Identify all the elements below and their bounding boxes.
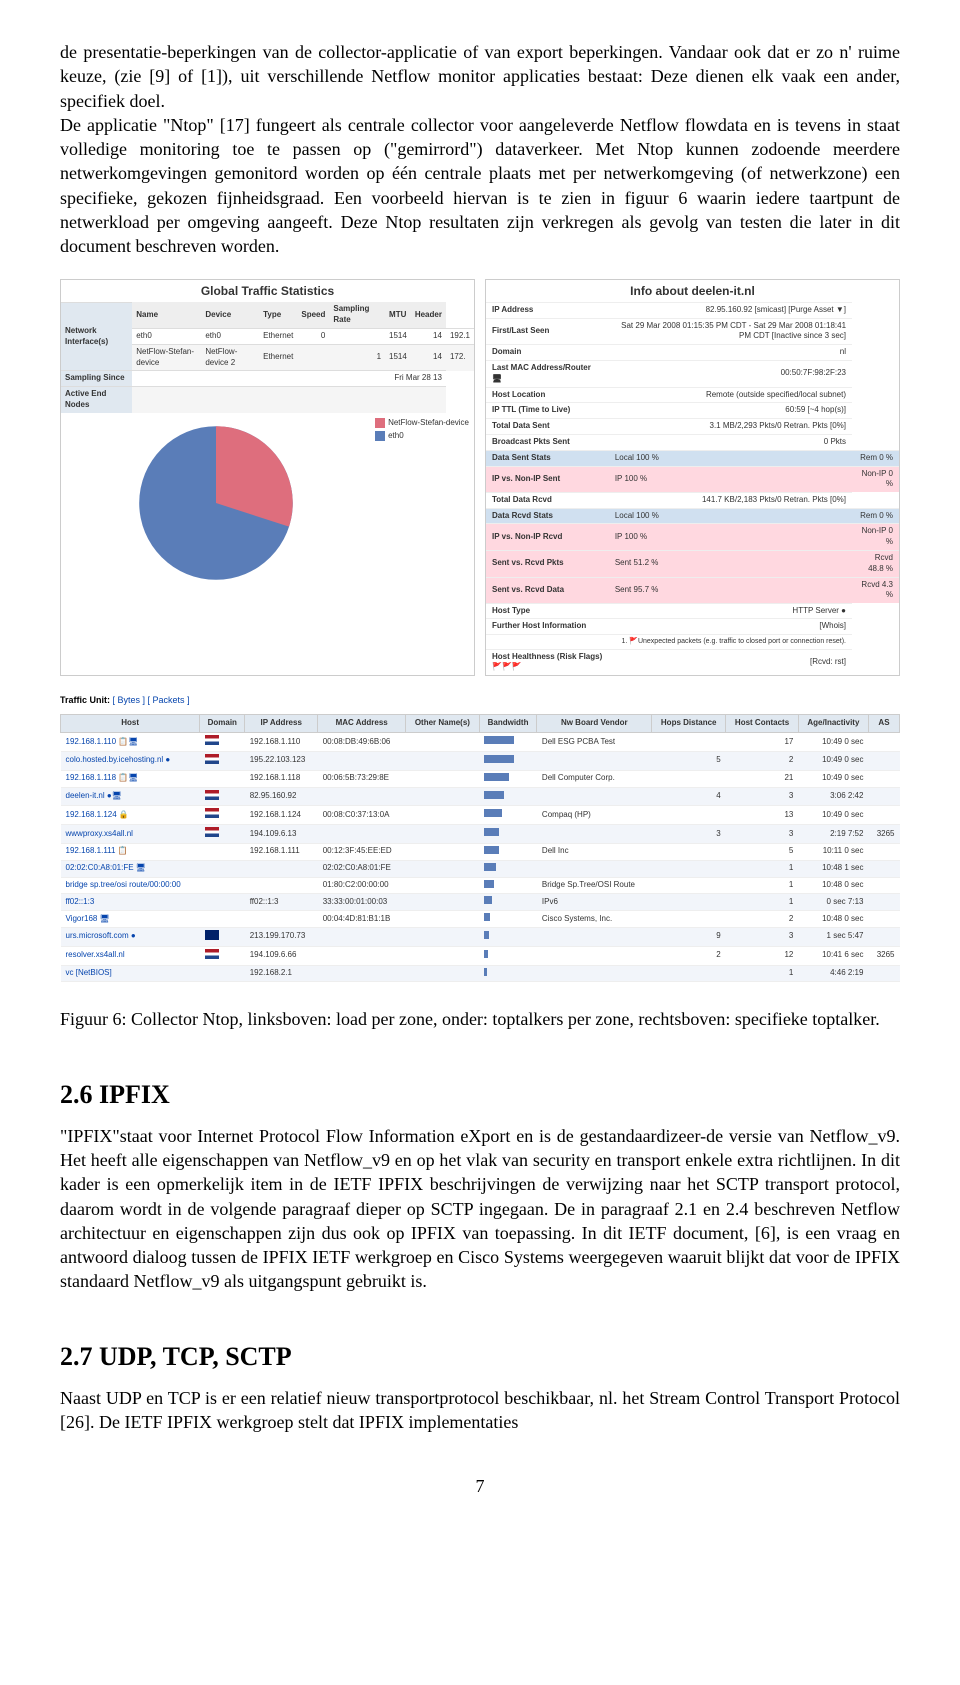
info-row: Broadcast Pkts Sent0 Pkts (486, 435, 899, 451)
intro-paragraph-1: de presentatie-beperkingen van de collec… (60, 40, 900, 259)
sctp-paragraph: Naast UDP en TCP is er een relatief nieu… (60, 1386, 900, 1435)
host-row[interactable]: wwwproxy.xs4all.nl194.109.6.13332:19 7:5… (61, 825, 900, 844)
info-row: Data Sent StatsLocal 100 %Rem 0 % (486, 450, 899, 466)
info-row: Total Data Sent3.1 MB/2,293 Pkts/0 Retra… (486, 419, 899, 435)
info-row: Host TypeHTTP Server ● (486, 603, 899, 619)
active-end-nodes-label: Active End Nodes (61, 387, 132, 413)
host-row[interactable]: Vigor168 🖥00:04:4D:81:B1:1BCisco Systems… (61, 911, 900, 928)
info-row: Domainnl (486, 345, 899, 361)
traffic-unit-packets[interactable]: [ Packets ] (148, 695, 190, 705)
info-about-title: Info about deelen-it.nl (486, 280, 899, 302)
info-row: Host LocationRemote (outside specified/l… (486, 387, 899, 403)
host-header[interactable]: Hops Distance (652, 715, 726, 733)
traffic-unit-bytes[interactable]: [ Bytes ] (113, 695, 146, 705)
host-header[interactable]: Domain (200, 715, 245, 733)
info-row: Sent vs. Rcvd DataSent 95.7 %Rcvd 4.3 % (486, 577, 899, 603)
global-traffic-panel: Global Traffic Statistics Network Interf… (60, 279, 475, 677)
info-row: Last MAC Address/Router 🖥00:50:7F:98:2F:… (486, 361, 899, 388)
info-row: Total Data Rcvd141.7 KB/2,183 Pkts/0 Ret… (486, 492, 899, 508)
section-heading-ipfix: 2.6 IPFIX (60, 1077, 900, 1112)
section-heading-udp-tcp-sctp: 2.7 UDP, TCP, SCTP (60, 1339, 900, 1374)
host-row[interactable]: bridge sp.tree/osi route/00:00:0001:80:C… (61, 877, 900, 894)
info-row: IP vs. Non-IP RcvdIP 100 %Non-IP 0 % (486, 524, 899, 551)
info-row: 1. 🚩Unexpected packets (e.g. traffic to … (486, 635, 899, 649)
host-header[interactable]: Other Name(s) (406, 715, 480, 733)
sampling-since-label: Sampling Since (61, 371, 132, 387)
figure-caption: Figuur 6: Collector Ntop, linksboven: lo… (60, 1007, 900, 1031)
traffic-unit-selector: Traffic Unit: [ Bytes ] [ Packets ] (60, 691, 900, 709)
host-row[interactable]: vc [NetBIOS]192.168.2.114:46 2:19 (61, 965, 900, 982)
host-header[interactable]: Bandwidth (479, 715, 537, 733)
host-row[interactable]: 192.168.1.111 📋192.168.1.11100:12:3F:45:… (61, 843, 900, 860)
host-row[interactable]: deelen-it.nl ●🖥82.95.160.92433:06 2:42 (61, 787, 900, 806)
page-number: 7 (60, 1474, 900, 1498)
info-row: IP Address82.95.160.92 [smicast] [Purge … (486, 302, 899, 318)
info-row: Data Rcvd StatsLocal 100 %Rem 0 % (486, 508, 899, 524)
host-row[interactable]: urs.microsoft.com ●213.199.170.73931 sec… (61, 927, 900, 946)
host-header[interactable]: AS (868, 715, 899, 733)
host-row[interactable]: 02:02:C0:A8:01:FE 🖥02:02:C0:A8:01:FE110:… (61, 860, 900, 877)
info-row: Sent vs. Rcvd PktsSent 51.2 %Rcvd 48.8 % (486, 550, 899, 577)
host-row[interactable]: 192.168.1.124 🔒192.168.1.12400:08:C0:37:… (61, 806, 900, 825)
host-header[interactable]: Host (61, 715, 200, 733)
ipfix-paragraph: "IPFIX"staat voor Internet Protocol Flow… (60, 1124, 900, 1294)
info-row: IP vs. Non-IP SentIP 100 %Non-IP 0 % (486, 466, 899, 492)
info-row: IP TTL (Time to Live)60:59 [~4 hop(s)] (486, 403, 899, 419)
host-header[interactable]: IP Address (245, 715, 318, 733)
host-row[interactable]: 192.168.1.118 📋🖥192.168.1.11800:06:5B:73… (61, 770, 900, 787)
info-row: Host Healthness (Risk Flags) 🚩🚩🚩[Rcvd: r… (486, 649, 899, 675)
host-row[interactable]: resolver.xs4all.nl194.109.6.6621210:41 6… (61, 946, 900, 965)
host-header[interactable]: Host Contacts (726, 715, 799, 733)
info-about-panel: Info about deelen-it.nl IP Address82.95.… (485, 279, 900, 677)
pie-legend: NetFlow-Stefan-device eth0 (370, 413, 474, 593)
host-header[interactable]: Age/Inactivity (798, 715, 868, 733)
host-row[interactable]: colo.hosted.by.icehosting.nl ●195.22.103… (61, 751, 900, 770)
ntop-screenshot: Global Traffic Statistics Network Interf… (60, 279, 900, 983)
host-header[interactable]: Nw Board Vendor (537, 715, 652, 733)
pie-chart (61, 413, 370, 593)
host-table: HostDomainIP AddressMAC AddressOther Nam… (60, 714, 900, 982)
network-interfaces-label: Network Interface(s) (61, 302, 132, 370)
info-row: First/Last SeenSat 29 Mar 2008 01:15:35 … (486, 318, 899, 345)
host-row[interactable]: ff02::1:3ff02::1:333:33:00:01:00:03IPv61… (61, 894, 900, 911)
info-row: Further Host Information[Whois] (486, 619, 899, 635)
global-traffic-title: Global Traffic Statistics (61, 280, 474, 302)
host-header[interactable]: MAC Address (318, 715, 406, 733)
host-row[interactable]: 192.168.1.110 📋🖥192.168.1.11000:08:DB:49… (61, 733, 900, 752)
